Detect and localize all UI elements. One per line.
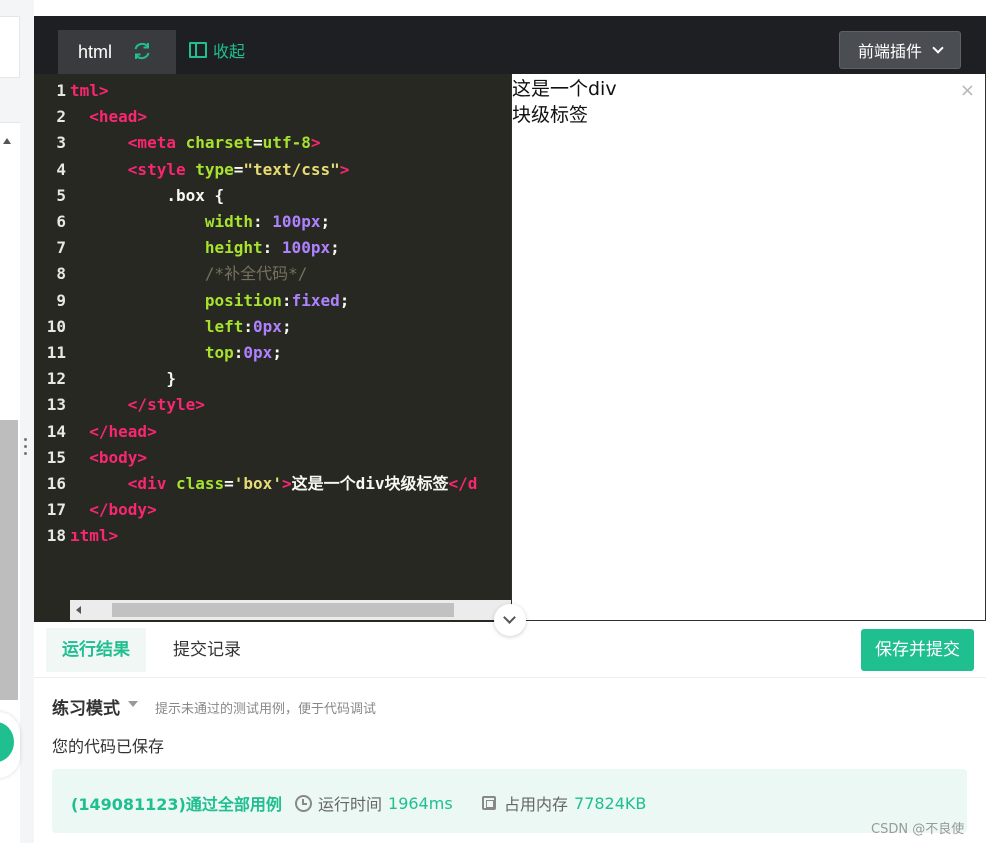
collapse-panel-icon bbox=[189, 42, 207, 58]
code-text: <div class='box'>这是一个div块级标签</d bbox=[127, 474, 478, 493]
code-text: left:0px; bbox=[204, 316, 292, 336]
line-number: 7 bbox=[56, 238, 66, 258]
practice-mode-dropdown[interactable]: 练习模式 bbox=[52, 694, 138, 719]
line-number: 14 bbox=[46, 421, 66, 441]
chevron-down-icon bbox=[932, 42, 944, 54]
memory-stat: 占用内存 77824KB bbox=[480, 791, 646, 815]
code-line[interactable]: 6 width: 100px; bbox=[34, 209, 511, 235]
line-number: 10 bbox=[46, 316, 66, 336]
code-line[interactable]: 13 </style> bbox=[34, 392, 511, 418]
runtime-label: 运行时间 bbox=[318, 795, 383, 814]
saved-message: 您的代码已保存 bbox=[52, 737, 165, 756]
code-text: <meta charset=utf-8> bbox=[127, 133, 321, 153]
code-line[interactable]: 5 .box { bbox=[34, 183, 511, 209]
editor-scrollbar-thumb[interactable] bbox=[112, 603, 454, 617]
practice-mode-label: 练习模式 bbox=[52, 699, 120, 719]
line-number: 16 bbox=[46, 474, 66, 493]
runtime-value: 1964ms bbox=[388, 793, 453, 813]
line-number: 5 bbox=[56, 185, 66, 205]
tab-run-result[interactable]: 运行结果 bbox=[46, 628, 146, 672]
collapse-label: 收起 bbox=[213, 42, 246, 61]
code-text: tml> bbox=[70, 81, 109, 100]
close-icon[interactable]: × bbox=[960, 80, 975, 101]
line-number: 8 bbox=[56, 264, 66, 284]
line-number: 9 bbox=[56, 290, 66, 310]
code-line[interactable]: 1 tml> bbox=[34, 78, 511, 104]
memory-value: 77824KB bbox=[574, 793, 647, 813]
code-text: height: 100px; bbox=[204, 238, 340, 258]
code-line[interactable]: 14 </head> bbox=[34, 419, 511, 445]
line-number: 18 bbox=[46, 526, 66, 546]
collapse-button[interactable]: 收起 bbox=[189, 38, 245, 62]
save-submit-button[interactable]: 保存并提交 bbox=[861, 629, 974, 671]
left-scrollbar-thumb[interactable] bbox=[0, 420, 18, 700]
line-number: 13 bbox=[46, 395, 66, 415]
frontend-plugin-button[interactable]: 前端插件 bbox=[839, 31, 961, 69]
line-number: 11 bbox=[46, 343, 66, 362]
code-text: <body> bbox=[89, 447, 148, 467]
code-line[interactable]: 18 ıtml> bbox=[34, 523, 511, 549]
preview-pane: 这是一个div块级标签 × bbox=[511, 74, 986, 621]
splitter-handle[interactable] bbox=[24, 438, 28, 462]
tab-html-label: html bbox=[78, 42, 113, 62]
clock-icon bbox=[295, 794, 312, 812]
code-line[interactable]: 2 <head> bbox=[34, 104, 511, 130]
code-text: .box { bbox=[70, 185, 225, 205]
line-number: 12 bbox=[46, 369, 66, 389]
code-text: </head> bbox=[89, 421, 157, 441]
watermark: CSDN @不良使 bbox=[871, 822, 965, 837]
result-summary: (149081123)通过全部用例 运行时间 1964ms 占用内存 77824… bbox=[52, 769, 967, 833]
caret-down-icon bbox=[128, 700, 138, 707]
code-text: ıtml> bbox=[70, 526, 119, 546]
code-editor[interactable]: 1 tml> 2 <head> 3 <meta charset=utf-8> 4 <st… bbox=[34, 74, 511, 622]
code-line[interactable]: 10 left:0px; bbox=[34, 314, 511, 340]
code-line[interactable]: 4 <style type="text/css"> bbox=[34, 157, 511, 183]
scroll-up-icon[interactable] bbox=[3, 138, 11, 144]
scroll-left-icon[interactable] bbox=[76, 606, 81, 614]
line-number: 3 bbox=[56, 133, 66, 153]
left-panel-top bbox=[0, 16, 20, 78]
code-text: </style> bbox=[127, 395, 205, 415]
runtime-stat: 运行时间 1964ms bbox=[295, 791, 453, 815]
code-line[interactable]: 9 position:fixed; bbox=[34, 288, 511, 314]
preview-box-text: 这是一个div块级标签 bbox=[512, 78, 617, 126]
pass-status: (149081123)通过全部用例 bbox=[71, 795, 282, 814]
line-number: 4 bbox=[56, 159, 66, 179]
editor-horizontal-scrollbar[interactable] bbox=[70, 600, 511, 620]
code-line[interactable]: 3 <meta charset=utf-8> bbox=[34, 130, 511, 156]
code-text: </body> bbox=[89, 500, 157, 520]
code-line[interactable]: 16 <div class='box'>这是一个div块级标签</d bbox=[34, 471, 511, 497]
code-text: width: 100px; bbox=[204, 212, 331, 231]
line-number: 2 bbox=[56, 107, 66, 127]
memory-label: 占用内存 bbox=[504, 795, 569, 814]
line-number: 15 bbox=[46, 447, 66, 467]
tab-submit-log[interactable]: 提交记录 bbox=[173, 628, 241, 672]
code-text: position:fixed; bbox=[204, 290, 350, 310]
code-text: top:0px; bbox=[204, 343, 282, 362]
code-line[interactable]: 12 } bbox=[34, 366, 511, 392]
code-line[interactable]: 7 height: 100px; bbox=[34, 235, 511, 261]
editor-gutter-bottom bbox=[34, 600, 70, 622]
code-text: <head> bbox=[89, 107, 148, 127]
code-line[interactable]: 17 </body> bbox=[34, 497, 511, 523]
mode-hint: 提示未通过的测试用例，便于代码调试 bbox=[155, 702, 377, 717]
code-text: <style type="text/css"> bbox=[127, 159, 350, 179]
refresh-icon[interactable] bbox=[132, 41, 152, 61]
line-number: 1 bbox=[56, 81, 66, 100]
plugin-button-label: 前端插件 bbox=[857, 42, 922, 61]
memory-chip-icon bbox=[482, 796, 496, 810]
line-number: 6 bbox=[56, 212, 66, 231]
code-text: /*补全代码*/ bbox=[204, 264, 308, 284]
code-line[interactable]: 8 /*补全代码*/ bbox=[34, 261, 511, 287]
line-number: 17 bbox=[46, 500, 66, 520]
code-text: } bbox=[70, 369, 176, 389]
code-line[interactable]: 15 <body> bbox=[34, 445, 511, 471]
code-line[interactable]: 11 top:0px; bbox=[34, 340, 511, 366]
tab-html[interactable]: html bbox=[58, 30, 176, 74]
